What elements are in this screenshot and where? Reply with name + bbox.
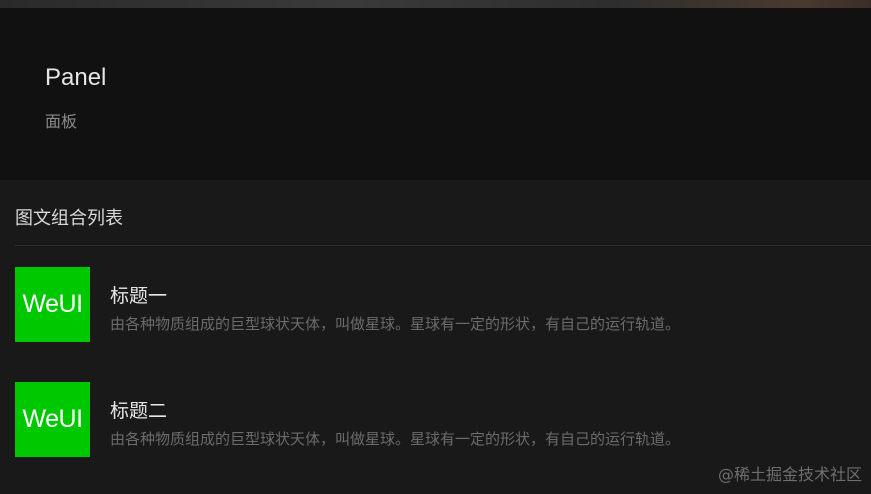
panel: 图文组合列表 WeUI 标题一 由各种物质组成的巨型球状天体，叫做星球。星球有一… [0,180,871,494]
media-list-item[interactable]: WeUI 标题一 由各种物质组成的巨型球状天体，叫做星球。星球有一定的形状，有自… [0,267,871,342]
media-description: 由各种物质组成的巨型球状天体，叫做星球。星球有一定的形状，有自己的运行轨道。 [110,315,681,333]
weui-thumbnail: WeUI [15,267,90,342]
panel-divider [15,245,871,246]
top-image-strip [0,0,871,8]
media-description: 由各种物质组成的巨型球状天体，叫做星球。星球有一定的形状，有自己的运行轨道。 [110,430,681,448]
thumbnail-logo-text: WeUI [22,405,83,433]
media-list-item[interactable]: WeUI 标题二 由各种物质组成的巨型球状天体，叫做星球。星球有一定的形状，有自… [0,382,871,457]
thumbnail-logo-text: WeUI [22,290,83,318]
media-title: 标题二 [110,400,168,422]
page-header: Panel 面板 [0,8,871,180]
watermark: @稀土掘金技术社区 [717,465,862,484]
panel-header: 图文组合列表 [15,208,123,229]
media-title: 标题一 [110,285,168,307]
page-title: Panel [45,64,107,91]
weui-thumbnail: WeUI [15,382,90,457]
page-description: 面板 [45,112,78,131]
